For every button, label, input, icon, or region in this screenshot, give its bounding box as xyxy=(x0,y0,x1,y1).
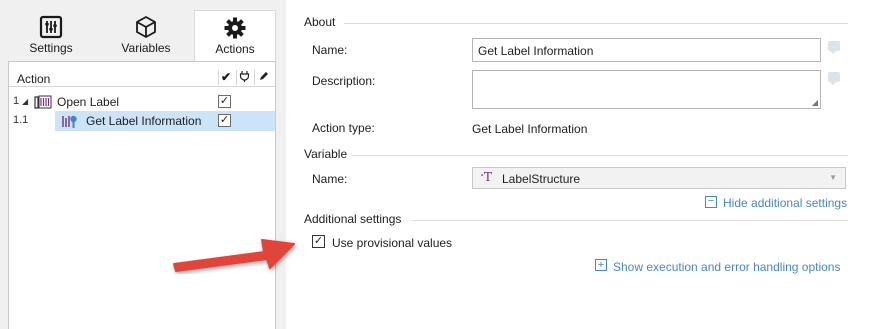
tree-row-label: Get Label Information xyxy=(86,114,202,128)
provisional-values-label: Use provisional values xyxy=(332,236,453,250)
tab-actions[interactable]: Actions xyxy=(194,10,276,61)
section-additional-title: Additional settings xyxy=(304,212,402,226)
checkmark-icon: ✔ xyxy=(221,70,232,84)
row-enabled-checkbox[interactable]: ✓ xyxy=(218,114,231,127)
name-input[interactable]: Get Label Information xyxy=(472,38,821,62)
tree-header-action: Action xyxy=(17,72,51,86)
tree-row-get-label-information[interactable]: Get Label Information ✓ xyxy=(55,111,275,131)
gear-icon xyxy=(195,16,275,42)
cube-icon xyxy=(100,15,192,41)
pencil-icon xyxy=(258,70,269,85)
row-number: 1 xyxy=(13,95,20,107)
dropdown-arrow-icon: ▼ xyxy=(829,173,837,182)
tab-settings-label: Settings xyxy=(29,41,73,55)
tab-actions-label: Actions xyxy=(215,42,255,56)
comment-icon[interactable] xyxy=(828,41,840,54)
variable-select-value: LabelStructure xyxy=(502,172,581,186)
hide-additional-settings-link[interactable]: Hide additional settings xyxy=(723,196,847,210)
tab-variables[interactable]: Variables xyxy=(100,10,192,60)
tab-bar: Settings Variables Actions xyxy=(8,10,276,61)
name-input-value: Get Label Information xyxy=(478,44,594,58)
action-type-value: Get Label Information xyxy=(472,122,588,136)
section-variable-title: Variable xyxy=(304,147,348,161)
left-panel: Settings Variables Actions Action ✔ 1 ◢ … xyxy=(0,0,286,329)
comment-icon[interactable] xyxy=(828,72,840,85)
properties-panel: About Name: Get Label Information Descri… xyxy=(286,0,878,329)
row-enabled-checkbox[interactable]: ✓ xyxy=(218,95,231,108)
action-type-label: Action type: xyxy=(312,121,375,135)
annotation-arrow-icon xyxy=(173,239,295,272)
name-label: Name: xyxy=(312,43,348,57)
expand-icon[interactable]: + xyxy=(595,259,607,271)
text-variable-icon: ◔T xyxy=(479,170,492,184)
tree-header: Action ✔ xyxy=(9,68,275,87)
variable-name-label: Name: xyxy=(312,172,348,186)
tab-settings[interactable]: Settings xyxy=(8,10,94,60)
variable-select[interactable]: ◔T LabelStructure ▼ xyxy=(472,167,846,189)
tab-variables-label: Variables xyxy=(121,41,171,55)
section-about-title: About xyxy=(304,15,336,29)
description-label: Description: xyxy=(312,74,376,88)
action-tree: Action ✔ 1 ◢ Open Label ✓ Get Label Info… xyxy=(8,61,276,329)
description-textarea[interactable]: ◢ xyxy=(472,70,821,109)
collapse-arrow-icon[interactable]: ◢ xyxy=(22,97,28,106)
plug-icon xyxy=(239,70,250,85)
open-label-icon xyxy=(34,94,52,113)
resize-grip-icon[interactable]: ◢ xyxy=(812,98,818,107)
row-number: 1.1 xyxy=(13,114,29,126)
show-execution-options-link[interactable]: Show execution and error handling option… xyxy=(613,260,840,274)
collapse-icon[interactable]: − xyxy=(705,196,717,208)
tree-row-label: Open Label xyxy=(57,95,120,109)
sliders-icon xyxy=(8,15,94,41)
provisional-values-checkbox[interactable]: ✓ xyxy=(312,235,325,248)
tree-row-open-label[interactable]: 1 ◢ Open Label ✓ xyxy=(9,92,275,112)
label-info-icon xyxy=(61,113,79,132)
